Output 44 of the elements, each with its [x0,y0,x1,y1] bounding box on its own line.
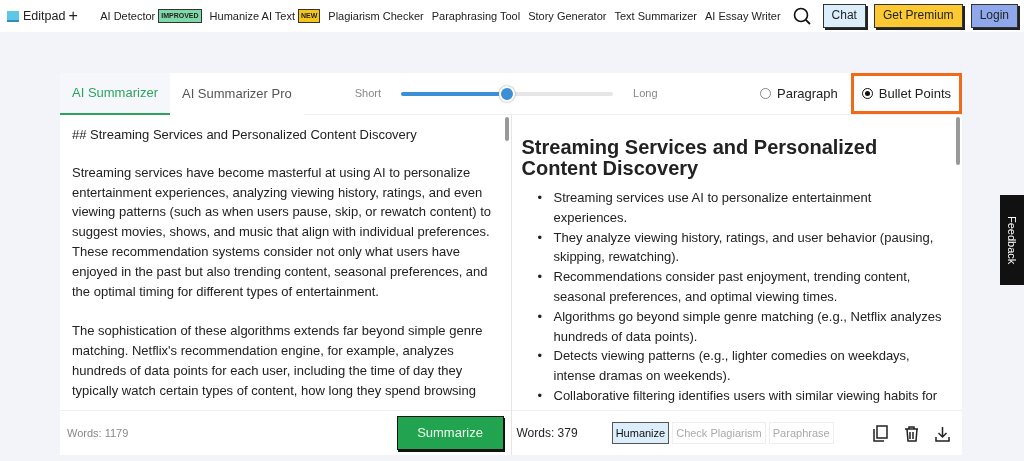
trash-icon[interactable] [903,424,920,442]
premium-button[interactable]: Get Premium [873,4,963,28]
word-count: Words: 379 [516,425,578,442]
bullet-marker: • [537,228,544,247]
bullet-item: They analyze viewing history, ratings, and user behavior (pausing, skipping, rewatching). [553,228,935,267]
radio-option[interactable]: Paragraph [749,72,849,115]
nav-link[interactable]: Humanize AI Text [209,7,295,25]
bullet-marker: • [537,386,544,405]
word-count: Words: 1179 [67,425,129,441]
paragraph: ## Streaming Services and Personalized Content Discovery [72,126,418,144]
login-button[interactable]: Login [970,4,1018,28]
bullet-marker: • [537,268,544,287]
slider-label: Long [633,86,658,102]
brand-name[interactable]: Editpad [23,6,66,26]
bullet-item: Recommendations consider past enjoyment, trending content, seasonal preferences, and optimal viewing times. [553,268,912,306]
bullet-item: Algorithms go beyond simple genre matching (e.g., Netflix analyzes hundreds of data points). [553,307,943,346]
bullet-marker: • [537,347,544,366]
nav-link[interactable]: Story Generator [528,7,607,25]
bullet-item: Detects viewing patterns (e.g., lighter comedies on weekdays, intense dramas on weekends). [553,347,911,386]
copy-icon[interactable] [872,424,889,442]
chat-button[interactable]: Chat [822,4,866,28]
feedback-tab[interactable]: Feedback [1000,195,1024,285]
search-icon[interactable] [792,7,811,25]
nav-link[interactable]: AI Detector [100,7,156,25]
bullet-item: Collaborative filtering identifies users with similar viewing habits for [553,386,938,405]
nav-link[interactable]: Paraphrasing Tool [431,7,521,25]
download-icon[interactable] [934,424,951,442]
scrollbar-thumb[interactable] [956,117,960,165]
bullet-marker: • [537,189,544,207]
highlighted-radio-option[interactable]: Bullet Points [850,72,962,115]
nav-link[interactable]: AI Essay Writer [705,7,781,25]
action-button[interactable]: Humanize [611,421,670,445]
add-icon[interactable]: + [68,8,78,24]
slider-thumb[interactable] [499,85,516,102]
slider-label: Short [354,86,382,102]
output-heading: Streaming Services and Personalized Content Discovery [521,137,879,179]
bullet-marker: • [537,307,544,326]
bullet-item: Streaming services use AI to personalize entertainment experiences. [553,189,873,227]
paragraph: The sophistication of these algorithms extends far beyond simple genre matching. Netflix's recommendation engine, for example, analyzes hundreds of data points for each user, including the time of day they typically watch certain types of content, how long they spend browsing [72,322,484,400]
scrollbar-thumb[interactable] [504,117,509,141]
logo-icon[interactable] [6,9,20,23]
nav-link[interactable]: Text Summarizer [614,7,697,25]
nav-link[interactable]: Plagiarism Checker [328,7,424,25]
paragraph: Streaming services have become masterful at using AI to personalize entertainment experiences, analyzing viewing history, ratings, and even viewing patterns (such as when users pause, skip, or rewatch content) to suggest movies, shows, and music that align with individual preferences. These recommendation systems consider not only what users have enjoyed in the past but also trending content, seasonal preferences, and the optimal timing for different types of entertainment. [72,163,493,301]
